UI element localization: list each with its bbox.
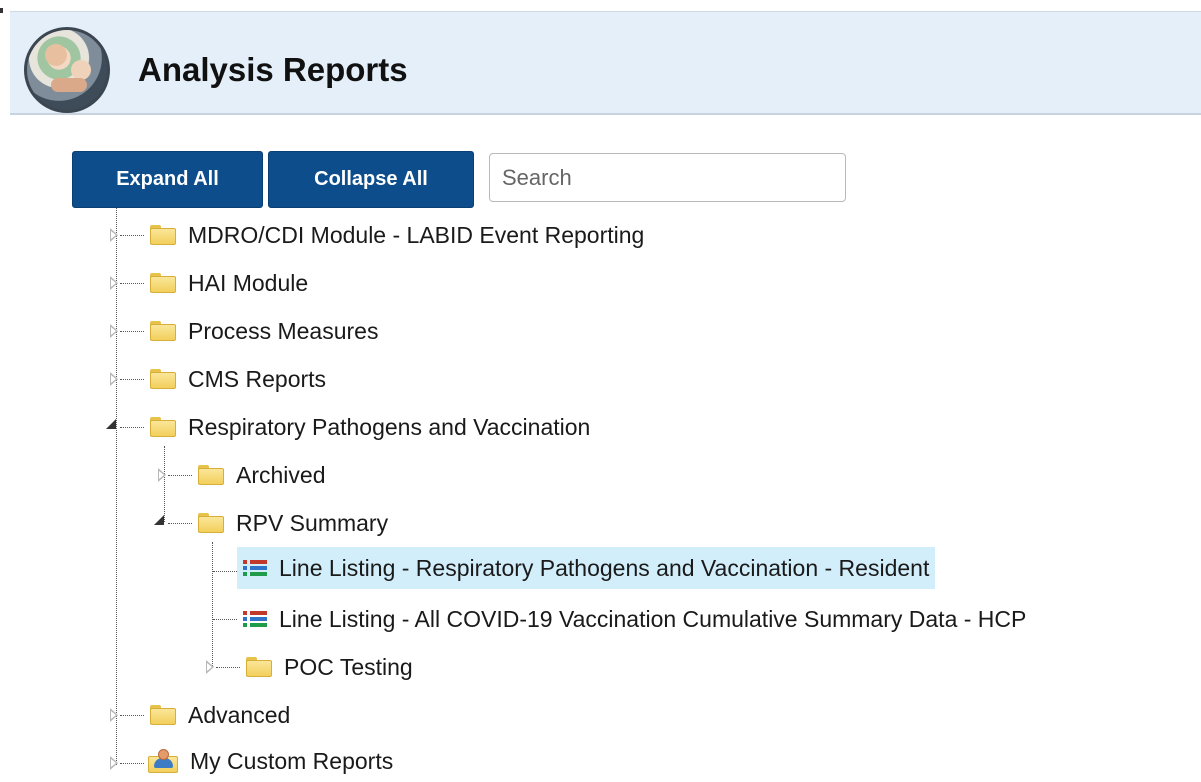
collapse-toggle-rpv-summary[interactable] [154, 513, 166, 527]
window-edge-mark [0, 8, 3, 13]
tree-node-respiratory-pathogens[interactable]: Respiratory Pathogens and Vaccination [150, 406, 590, 448]
tree-node-line-listing-hcp[interactable]: Line Listing - All COVID-19 Vaccination … [243, 598, 1026, 640]
tree-guide-line-rpv-summary [212, 542, 213, 666]
folder-icon [246, 657, 272, 677]
tree-node-label: POC Testing [284, 653, 413, 680]
folder-icon [150, 273, 176, 293]
tree-node-label: Line Listing - Respiratory Pathogens and… [279, 554, 930, 581]
tree-node-label: RPV Summary [236, 509, 389, 536]
tree-node-line-listing-resident[interactable]: Line Listing - Respiratory Pathogens and… [237, 547, 936, 589]
tree-node-label: My Custom Reports [190, 747, 394, 774]
folder-icon [198, 465, 224, 485]
tree-node-poc-testing[interactable]: POC Testing [246, 646, 413, 688]
tree-node-advanced[interactable]: Advanced [150, 694, 290, 736]
folder-icon [150, 417, 176, 437]
tree-guide-line-root [116, 208, 117, 765]
tree-node-label: Archived [236, 461, 326, 488]
tree-connector [120, 283, 144, 284]
tree-connector [168, 475, 192, 476]
tree-connector [213, 571, 237, 572]
tree-connector [120, 715, 144, 716]
tree-node-label: MDRO/CDI Module - LABID Event Reporting [188, 221, 645, 248]
tree-node-process-measures[interactable]: Process Measures [150, 310, 378, 352]
folder-icon [150, 705, 176, 725]
list-report-icon [243, 558, 267, 578]
tree-connector [216, 667, 240, 668]
tree-node-label: Process Measures [188, 317, 379, 344]
collapse-all-button[interactable]: Collapse All [268, 151, 474, 208]
tree-connector [213, 619, 237, 620]
tree-connector [120, 331, 144, 332]
tree-connector [120, 235, 144, 236]
tree-node-label: CMS Reports [188, 365, 327, 392]
tree-node-label: Line Listing - All COVID-19 Vaccination … [279, 605, 1027, 632]
caregiver-photo-logo [24, 27, 110, 113]
tree-node-rpv-summary[interactable]: RPV Summary [198, 502, 388, 544]
folder-icon [198, 513, 224, 533]
tree-node-label: Advanced [188, 701, 291, 728]
tree-node-mdro-cdi[interactable]: MDRO/CDI Module - LABID Event Reporting [150, 214, 644, 256]
list-report-icon [243, 609, 267, 629]
tree-connector [120, 763, 144, 764]
tree-node-label: Respiratory Pathogens and Vaccination [188, 413, 591, 440]
tree-connector [168, 523, 192, 524]
page-header: Analysis Reports [10, 11, 1201, 115]
folder-icon [150, 369, 176, 389]
search-input[interactable] [489, 153, 846, 202]
tree-connector [120, 427, 144, 428]
user-folder-icon [148, 749, 178, 773]
folder-icon [150, 321, 176, 341]
tree-node-archived[interactable]: Archived [198, 454, 325, 496]
collapse-toggle-respiratory[interactable] [106, 417, 118, 431]
tree-guide-line-rpv [164, 446, 165, 522]
tree-node-cms-reports[interactable]: CMS Reports [150, 358, 326, 400]
tree-node-hai-module[interactable]: HAI Module [150, 262, 308, 304]
tree-connector [120, 379, 144, 380]
page-title: Analysis Reports [138, 51, 408, 88]
folder-icon [150, 225, 176, 245]
tree-node-label: HAI Module [188, 269, 309, 296]
expand-all-button[interactable]: Expand All [72, 151, 263, 208]
